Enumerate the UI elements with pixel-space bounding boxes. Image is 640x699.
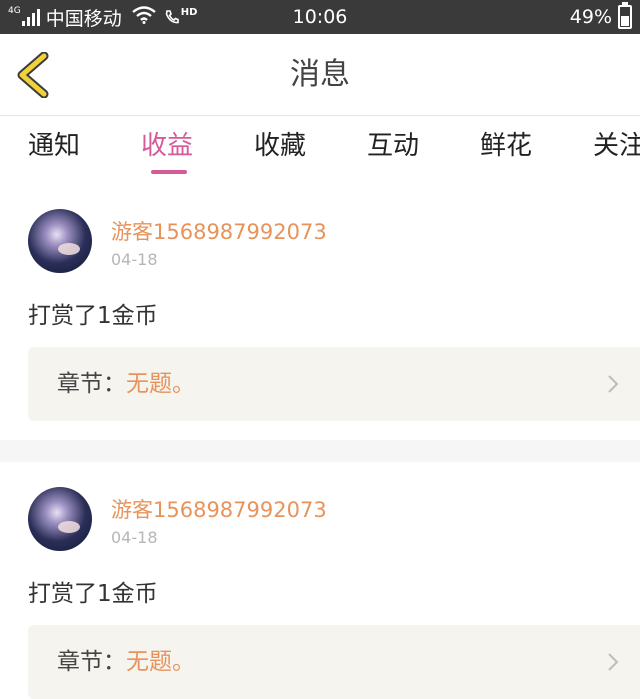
clock: 10:06 <box>292 6 348 28</box>
battery-percent: 49% <box>569 6 612 28</box>
chapter-row: 章节：无题。 <box>57 625 195 699</box>
message-date: 04-18 <box>111 528 158 547</box>
status-right: 49% <box>570 0 632 34</box>
message-text: 打赏了1金币 <box>28 303 158 329</box>
battery-fill <box>621 16 629 26</box>
username[interactable]: 游客1568987992073 <box>111 494 327 524</box>
chapter-row: 章节：无题。 <box>57 347 195 421</box>
chapter-label: 章节： <box>57 649 126 675</box>
nav-bar: 消息 <box>0 34 640 116</box>
chevron-right-icon <box>608 375 619 393</box>
tab-following[interactable]: 关注 <box>593 116 640 180</box>
tab-bar: 通知 收益 收藏 互动 鲜花 关注 <box>0 116 640 180</box>
message-text: 打赏了1金币 <box>28 581 158 607</box>
page-title: 消息 <box>290 57 350 92</box>
tab-notifications[interactable]: 通知 <box>28 116 80 180</box>
tab-interactions[interactable]: 互动 <box>367 116 419 180</box>
message-item: 游客1568987992073 04-18 打赏了1金币 章节：无题。 <box>0 462 640 699</box>
chapter-link[interactable]: 章节：无题。 <box>28 625 640 699</box>
battery-icon <box>618 2 632 29</box>
username[interactable]: 游客1568987992073 <box>111 216 327 246</box>
avatar[interactable] <box>28 209 92 273</box>
separator <box>0 440 640 462</box>
chapter-title: 无题。 <box>126 649 195 675</box>
message-item: 游客1568987992073 04-18 打赏了1金币 章节：无题。 <box>0 180 640 440</box>
chapter-title: 无题。 <box>126 371 195 397</box>
message-date: 04-18 <box>111 250 158 269</box>
active-tab-indicator <box>151 170 187 174</box>
chevron-right-icon <box>608 653 619 671</box>
chapter-label: 章节： <box>57 371 126 397</box>
avatar[interactable] <box>28 487 92 551</box>
chapter-link[interactable]: 章节：无题。 <box>28 347 640 421</box>
status-bar: 4G 中国移动 HD 10:06 49% <box>0 0 640 34</box>
tab-flowers[interactable]: 鲜花 <box>480 116 532 180</box>
tab-favorites[interactable]: 收藏 <box>254 116 306 180</box>
